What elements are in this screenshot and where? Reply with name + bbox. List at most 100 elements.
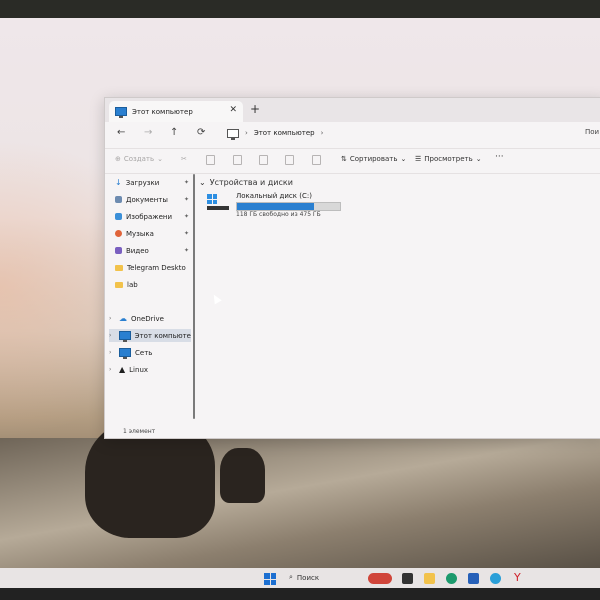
sidebar-scrollbar[interactable]	[193, 174, 195, 419]
drive-name: Локальный диск (C:)	[236, 192, 312, 200]
sidebar-item-label: Telegram Deskto	[127, 263, 186, 272]
back-button[interactable]: ←	[117, 127, 125, 138]
chevron-right-icon: ›	[109, 315, 112, 322]
create-button[interactable]: ⊕ Создать ⌄	[115, 155, 163, 163]
sidebar-item-onedrive[interactable]: › ☁ OneDrive	[109, 312, 191, 325]
group-title: Устройства и диски	[209, 178, 293, 187]
pictures-icon	[115, 213, 122, 220]
new-tab-button[interactable]: +	[250, 102, 260, 116]
sidebar-item-documents[interactable]: Документы ✦	[115, 193, 191, 206]
windows-drive-icon	[207, 194, 217, 204]
task-view-icon[interactable]	[402, 573, 413, 584]
tab-title: Этот компьютер	[132, 107, 193, 116]
video-icon	[115, 247, 122, 254]
pin-icon: ✦	[183, 196, 189, 203]
taskbar-search[interactable]: ⌕ Поиск	[289, 573, 319, 582]
sidebar-item-video[interactable]: Видео ✦	[115, 244, 191, 257]
sidebar-item-lab[interactable]: lab	[115, 278, 191, 291]
group-header-devices[interactable]: ⌄ Устройства и диски	[199, 178, 293, 187]
tab-this-pc[interactable]: Этот компьютер ✕	[109, 101, 243, 122]
sidebar-item-label: Документы	[126, 195, 168, 204]
monitor-bezel-top	[0, 0, 600, 18]
chevron-right-icon: ›	[109, 366, 112, 373]
sidebar-item-label: Загрузки	[125, 178, 160, 187]
drive-usage-fill	[237, 203, 315, 210]
search-box[interactable]: Пои	[585, 128, 599, 136]
documents-icon	[115, 196, 122, 203]
address-bar[interactable]: › Этот компьютер ›	[223, 125, 587, 141]
navigation-pane: ↓ Загрузки ✦ Документы ✦ Изображени ✦ Му…	[109, 174, 191, 429]
sidebar-item-network[interactable]: › Сеть	[109, 346, 191, 359]
folder-icon	[115, 264, 123, 271]
sidebar-item-label: OneDrive	[131, 314, 164, 323]
linux-icon: ▲	[119, 365, 126, 374]
download-icon: ↓	[115, 178, 122, 187]
edge-icon[interactable]	[446, 573, 457, 584]
copy-icon[interactable]	[206, 155, 215, 165]
command-bar: ⊕ Создать ⌄ ✂ ⇅ Сортировать ⌄ ☰ Просмотр…	[105, 148, 600, 174]
computer-icon	[118, 331, 131, 342]
cloud-icon: ☁	[119, 314, 127, 323]
chevron-down-icon: ⌄	[400, 155, 407, 163]
more-options-button[interactable]: ···	[495, 152, 504, 162]
chevron-down-icon: ⌄	[199, 178, 206, 187]
chevron-down-icon: ⌄	[157, 155, 163, 163]
sidebar-item-label: Музыка	[126, 229, 154, 238]
view-button[interactable]: ☰ Просмотреть ⌄	[415, 155, 482, 163]
sidebar-item-label: Этот компьюте	[134, 331, 191, 340]
network-icon	[119, 348, 131, 359]
sort-label: Сортировать	[349, 155, 398, 163]
sort-button[interactable]: ⇅ Сортировать ⌄	[341, 155, 406, 163]
start-button[interactable]	[264, 573, 276, 585]
sidebar-item-linux[interactable]: › ▲ Linux	[109, 363, 191, 376]
folder-icon	[115, 281, 123, 288]
wallpaper-rider	[220, 448, 265, 503]
breadcrumb-this-pc[interactable]: Этот компьютер	[254, 129, 315, 137]
sidebar-item-label: Сеть	[135, 348, 153, 357]
cut-icon[interactable]: ✂	[181, 155, 187, 163]
breadcrumb-separator: ›	[245, 129, 248, 137]
sidebar-item-music[interactable]: Музыка ✦	[115, 227, 191, 240]
sidebar-item-label: Linux	[129, 365, 149, 374]
rename-icon[interactable]	[259, 155, 268, 165]
status-item-count: 1 элемент	[123, 428, 156, 435]
file-explorer-taskbar-icon[interactable]	[424, 573, 435, 584]
yandex-browser-icon[interactable]: Y	[514, 571, 525, 584]
store-icon[interactable]	[468, 573, 479, 584]
main-content: ⌄ Устройства и диски Локальный диск (C:)…	[199, 178, 599, 418]
forward-button[interactable]: →	[144, 127, 152, 138]
tab-bar: Этот компьютер ✕ +	[105, 98, 600, 122]
drive-usage-bar	[236, 202, 341, 211]
plus-circle-icon: ⊕	[115, 155, 121, 163]
computer-outline-icon	[227, 128, 239, 140]
delete-icon[interactable]	[312, 155, 321, 165]
pin-icon: ✦	[183, 213, 189, 220]
sidebar-item-pictures[interactable]: Изображени ✦	[115, 210, 191, 223]
chevron-down-icon: ⌄	[475, 155, 482, 163]
share-icon[interactable]	[285, 155, 294, 165]
search-icon: ⌕	[289, 573, 293, 581]
drive-c-tile[interactable]: Локальный диск (C:) 118 ГБ свободно из 4…	[207, 192, 367, 228]
widgets-icon[interactable]	[368, 573, 392, 584]
sidebar-item-label: Видео	[126, 246, 149, 255]
refresh-button[interactable]: ⟳	[197, 127, 205, 138]
telegram-icon[interactable]	[490, 573, 501, 584]
close-tab-icon[interactable]: ✕	[229, 105, 237, 115]
breadcrumb-separator: ›	[320, 129, 324, 137]
sidebar-item-telegram[interactable]: Telegram Deskto	[115, 261, 191, 274]
pin-icon: ✦	[183, 230, 189, 237]
chevron-right-icon: ›	[109, 332, 112, 339]
paste-icon[interactable]	[233, 155, 242, 165]
taskbar-search-label: Поиск	[296, 573, 320, 582]
view-icon: ☰	[415, 155, 422, 163]
computer-icon	[115, 107, 127, 118]
up-button[interactable]: ↑	[170, 127, 178, 138]
sort-icon: ⇅	[341, 155, 347, 163]
monitor-bezel-bottom	[0, 588, 600, 600]
sidebar-item-this-pc[interactable]: › Этот компьюте	[109, 329, 191, 342]
sidebar-item-downloads[interactable]: ↓ Загрузки ✦	[115, 176, 191, 189]
pin-icon: ✦	[183, 247, 189, 254]
file-explorer-window: Этот компьютер ✕ + ← → ↑ ⟳ › Этот компью…	[104, 97, 600, 439]
drive-icon	[207, 206, 229, 210]
view-label: Просмотреть	[424, 155, 473, 163]
